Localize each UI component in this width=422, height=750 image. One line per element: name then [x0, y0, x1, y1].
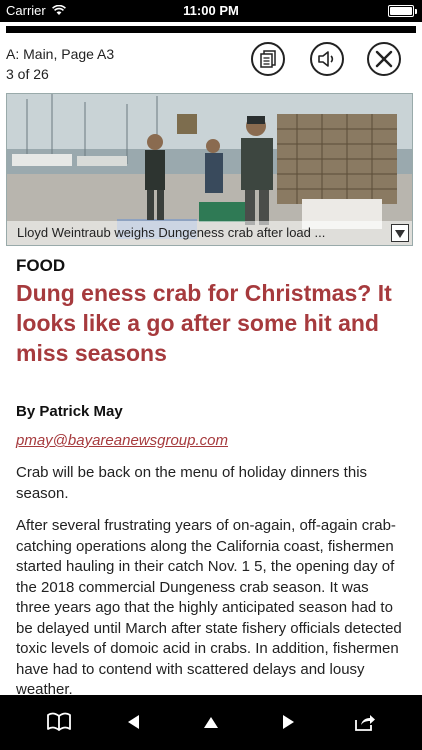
page-count-label: 3 of 26	[6, 66, 49, 82]
next-page-button[interactable]	[274, 707, 304, 737]
close-button[interactable]	[367, 42, 401, 76]
next-icon	[283, 715, 294, 729]
book-icon	[47, 712, 71, 731]
close-icon	[375, 50, 393, 68]
top-rule	[6, 26, 416, 33]
battery-fill	[390, 7, 412, 15]
page-up-button[interactable]	[196, 707, 226, 737]
article-paragraph: Crab will be back on the menu of holiday…	[16, 464, 368, 502]
clock: 11:00 PM	[183, 3, 239, 18]
battery-icon	[388, 5, 417, 17]
article-headline: Dung eness crab for Christmas? It looks …	[16, 280, 392, 366]
bottom-toolbar	[0, 695, 422, 750]
article-view-button[interactable]	[251, 42, 285, 76]
speaker-icon	[318, 51, 334, 67]
previous-page-button[interactable]	[118, 707, 148, 737]
previous-icon	[128, 715, 139, 729]
library-button[interactable]	[44, 707, 74, 737]
section-label: FOOD	[16, 256, 66, 275]
up-icon	[204, 717, 218, 728]
article-paragraph: After several frustrating years of on-ag…	[16, 517, 402, 698]
author-email-link[interactable]: pmay@bayareanewsgroup.com	[16, 432, 228, 449]
audio-button[interactable]	[310, 42, 344, 76]
page-info: A: Main, Page A3 3 of 26	[6, 44, 114, 84]
article-icon	[260, 50, 276, 68]
article-photo[interactable]: Lloyd Weintraub weighs Dungeness crab af…	[6, 93, 413, 246]
status-bar: Carrier 11:00 PM	[0, 0, 422, 22]
share-button[interactable]	[350, 707, 380, 737]
photo-caption: Lloyd Weintraub weighs Dungeness crab af…	[7, 221, 412, 245]
caption-expand-button[interactable]	[391, 224, 409, 242]
section-page-label: A: Main, Page A3	[6, 46, 115, 62]
share-icon	[355, 715, 375, 731]
byline: By Patrick May	[16, 403, 123, 420]
